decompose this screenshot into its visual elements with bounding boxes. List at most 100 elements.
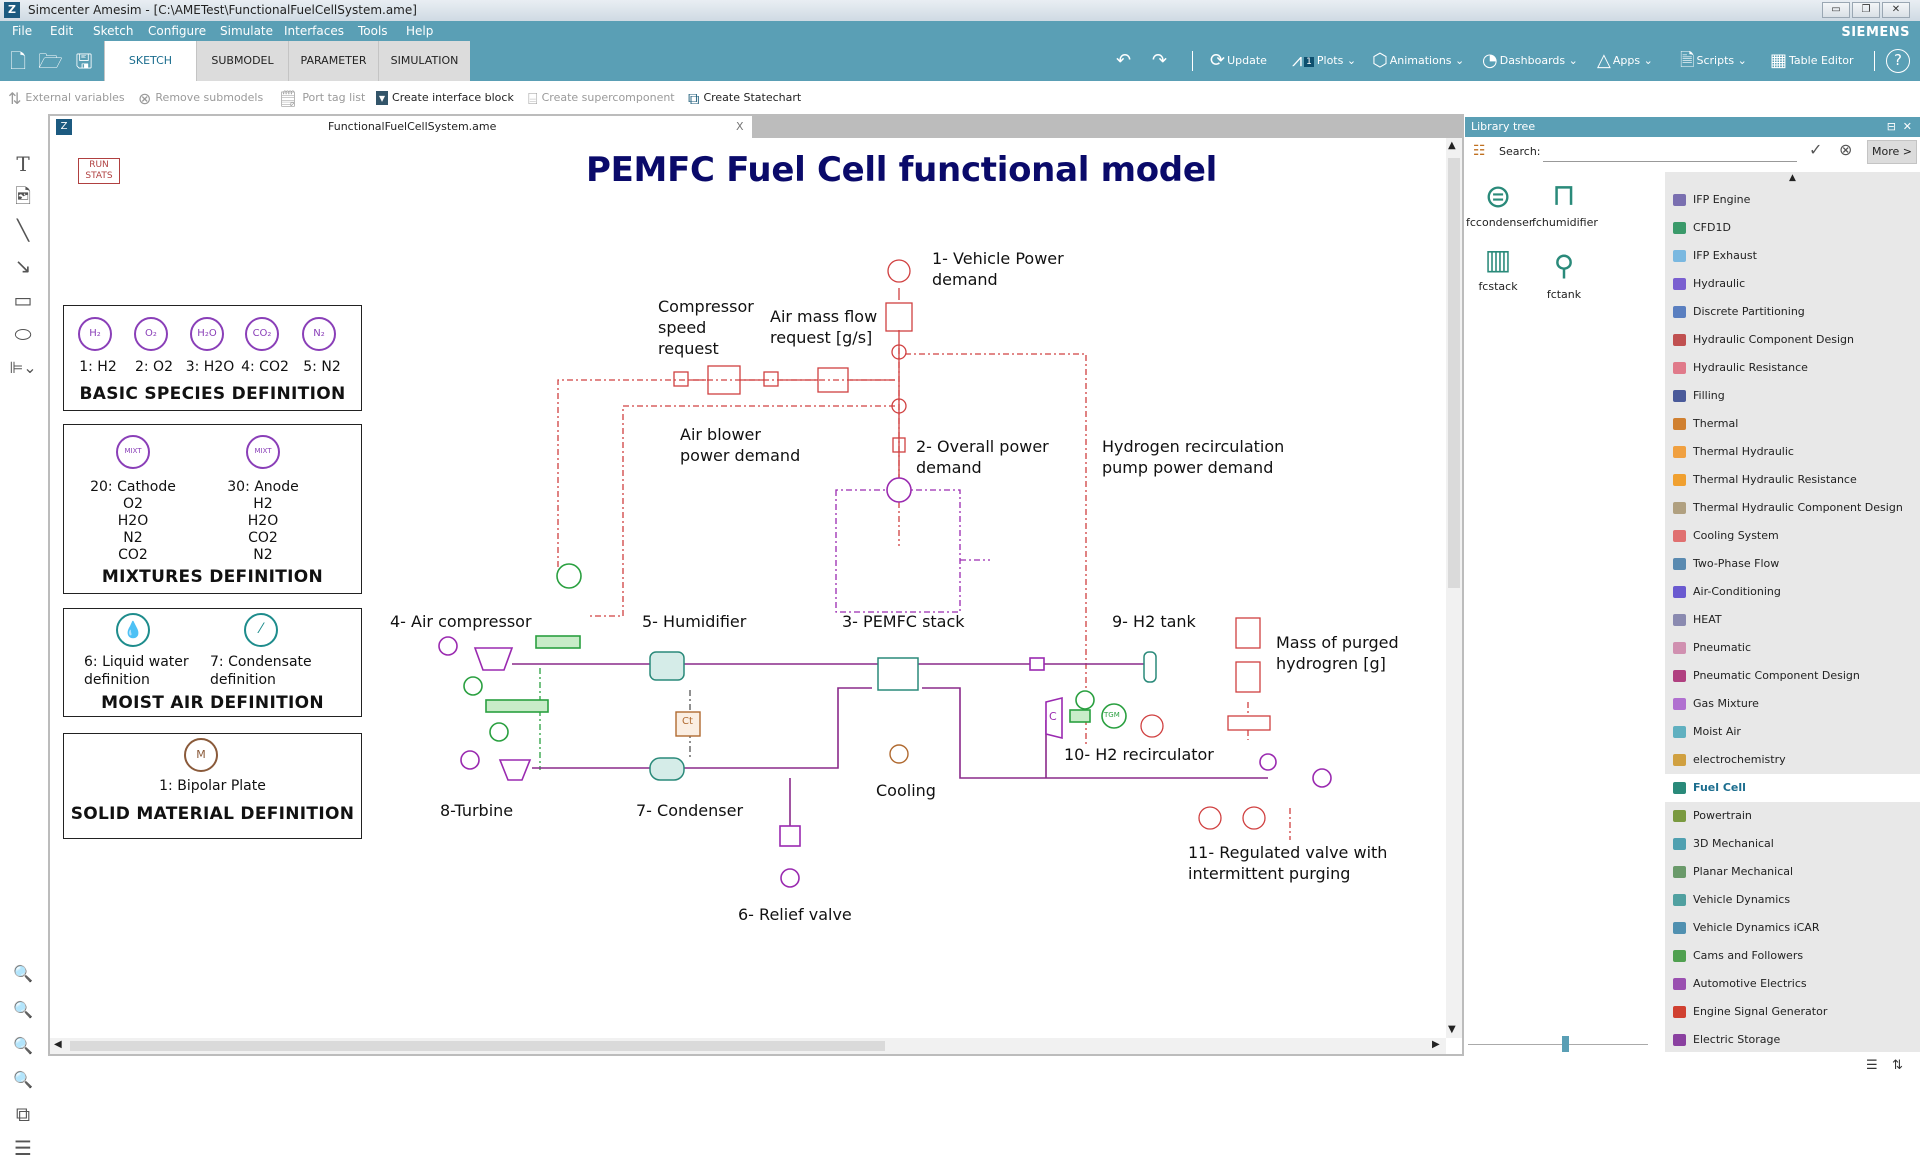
port-tag-list-button[interactable]: 🗒 Port tag list — [278, 81, 365, 114]
library-category-item[interactable]: Air-Conditioning — [1665, 578, 1920, 606]
chevron-down-icon[interactable]: ⌄ — [1347, 54, 1356, 67]
text-tool-icon[interactable]: T — [8, 150, 38, 178]
library-category-item[interactable]: Moist Air — [1665, 718, 1920, 746]
library-category-item[interactable]: Thermal Hydraulic Resistance — [1665, 466, 1920, 494]
minimize-button[interactable]: ▭ — [1822, 2, 1850, 18]
function-block[interactable] — [1235, 661, 1261, 693]
library-category-item[interactable]: Engine Signal Generator — [1665, 998, 1920, 1026]
air-source[interactable] — [438, 636, 458, 656]
image-tool-icon[interactable]: 🖻 — [8, 182, 38, 210]
menu-configure[interactable]: Configure — [148, 21, 206, 41]
chevron-down-icon[interactable]: ⌄ — [1569, 54, 1578, 67]
search-clear-icon[interactable]: ⊗ — [1839, 140, 1852, 159]
chevron-down-icon[interactable]: ⌄ — [1738, 54, 1747, 67]
relief-valve[interactable] — [779, 825, 801, 847]
scroll-up-icon[interactable]: ▲ — [1448, 140, 1456, 151]
pulse-source[interactable] — [1242, 806, 1266, 830]
speed-sensor[interactable] — [463, 676, 483, 696]
menu-edit[interactable]: Edit — [50, 21, 73, 41]
library-category-item[interactable]: Cooling System — [1665, 522, 1920, 550]
library-category-item[interactable]: CFD1D — [1665, 214, 1920, 242]
library-category-item[interactable]: Automotive Electrics — [1665, 970, 1920, 998]
library-category-item[interactable]: Filling — [1665, 382, 1920, 410]
external-variables-button[interactable]: ⇅ External variables — [8, 81, 125, 114]
mux-block[interactable] — [1227, 715, 1271, 731]
library-component-fchumidifier[interactable]: ⊓ fchumidifier — [1532, 176, 1598, 229]
menu-tools[interactable]: Tools — [358, 21, 388, 41]
tab-sketch[interactable]: SKETCH — [104, 41, 196, 81]
library-category-item[interactable]: HEAT — [1665, 606, 1920, 634]
close-panel-icon[interactable]: ✕ — [1903, 117, 1912, 137]
plots-button[interactable]: ⩘ 1 Plots ⌄ — [1292, 41, 1356, 81]
library-category-item[interactable]: Thermal — [1665, 410, 1920, 438]
library-category-item[interactable]: Cams and Followers — [1665, 942, 1920, 970]
create-interface-block-button[interactable]: ▾ Create interface block — [376, 81, 514, 114]
shaft[interactable] — [485, 699, 549, 713]
library-category-item[interactable]: 3D Mechanical — [1665, 830, 1920, 858]
library-category-item[interactable]: Hydraulic Component Design — [1665, 326, 1920, 354]
tab-simulation[interactable]: SIMULATION — [378, 41, 470, 81]
redo-button[interactable]: ↷ — [1152, 41, 1169, 81]
menu-help[interactable]: Help — [406, 21, 433, 41]
zoom-fit-icon[interactable]: 🔍 — [8, 996, 38, 1024]
tab-submodel[interactable]: SUBMODEL — [196, 41, 288, 81]
library-category-item[interactable]: Discrete Partitioning — [1665, 298, 1920, 326]
horizontal-scroll-thumb[interactable] — [70, 1041, 885, 1051]
scroll-right-icon[interactable]: ▶ — [1432, 1039, 1440, 1050]
open-folder-icon[interactable]: 🗁 — [38, 49, 63, 73]
turbine[interactable] — [498, 759, 532, 781]
vehicle-power-source[interactable] — [887, 259, 911, 283]
apps-button[interactable]: △ Apps ⌄ — [1597, 41, 1653, 81]
scroll-down-icon[interactable]: ▼ — [1448, 1024, 1456, 1035]
library-category-item[interactable]: IFP Engine — [1665, 186, 1920, 214]
library-category-item[interactable]: Vehicle Dynamics iCAR — [1665, 914, 1920, 942]
dashboards-button[interactable]: ◔ Dashboards ⌄ — [1482, 41, 1578, 81]
float-panel-icon[interactable]: ⊟ — [1887, 117, 1896, 137]
power-converter[interactable] — [886, 477, 912, 503]
library-category-item[interactable]: Vehicle Dynamics — [1665, 886, 1920, 914]
library-category-item[interactable]: Planar Mechanical — [1665, 858, 1920, 886]
library-category-item[interactable]: electrochemistry — [1665, 746, 1920, 774]
speed-sensor[interactable] — [1075, 690, 1095, 710]
animations-button[interactable]: ⬡ Animations ⌄ — [1372, 41, 1464, 81]
profile-source[interactable] — [1198, 806, 1222, 830]
library-category-item[interactable]: Thermal Hydraulic Component Design — [1665, 494, 1920, 522]
new-file-icon[interactable]: 🗋 — [6, 49, 30, 73]
menu-interfaces[interactable]: Interfaces — [284, 21, 344, 41]
zoom-area-icon[interactable]: 🔍 — [8, 1066, 38, 1094]
vertical-scroll-thumb[interactable] — [1448, 158, 1460, 588]
filter-icon[interactable]: ☰ — [1866, 1058, 1878, 1073]
arrow-tool-icon[interactable]: ↘ — [8, 252, 38, 280]
h2-tank[interactable] — [1143, 651, 1157, 683]
library-category-item[interactable]: IFP Exhaust — [1665, 242, 1920, 270]
menu-sketch[interactable]: Sketch — [93, 21, 133, 41]
motor-controller[interactable] — [556, 563, 582, 589]
zoom-1to1-icon[interactable]: 🔍 — [8, 960, 38, 988]
icon-size-slider-handle[interactable] — [1562, 1036, 1569, 1052]
ellipse-tool-icon[interactable]: ⬭ — [8, 320, 38, 348]
close-window-button[interactable]: ✕ — [1882, 2, 1910, 18]
sort-icon[interactable]: ⇅ — [1892, 1058, 1903, 1073]
scripts-button[interactable]: 🗎 Scripts ⌄ — [1680, 41, 1747, 81]
table-editor-button[interactable]: ▦ Table Editor — [1770, 41, 1854, 81]
relief-sink[interactable] — [780, 868, 800, 888]
library-category-item[interactable]: Gas Mixture — [1665, 690, 1920, 718]
library-category-item[interactable]: Two-Phase Flow — [1665, 550, 1920, 578]
library-component-fcstack[interactable]: ▥ fcstack — [1466, 240, 1530, 293]
remove-submodels-button[interactable]: ⊗ Remove submodels — [138, 81, 263, 114]
shaft[interactable] — [535, 635, 581, 649]
document-tab[interactable]: Z FunctionalFuelCellSystem.ame X — [50, 116, 752, 138]
library-component-fccondenser[interactable]: ⊜ fccondenser — [1466, 176, 1533, 229]
library-category-item[interactable]: Powertrain — [1665, 802, 1920, 830]
scroll-left-icon[interactable]: ◀ — [54, 1039, 62, 1050]
update-button[interactable]: ⟳ Update — [1210, 41, 1267, 81]
pipe-element[interactable] — [1029, 657, 1045, 671]
gain-block[interactable] — [673, 371, 689, 387]
purge-sink[interactable] — [1312, 768, 1332, 788]
zoom-in-out-icon[interactable]: 🔍 — [8, 1032, 38, 1060]
restore-button[interactable]: ❐ — [1852, 2, 1880, 18]
chevron-down-icon[interactable]: ⌄ — [1644, 54, 1653, 67]
close-tab-icon[interactable]: X — [736, 116, 744, 138]
line-tool-icon[interactable]: ╲ — [8, 216, 38, 244]
menu-simulate[interactable]: Simulate — [220, 21, 273, 41]
